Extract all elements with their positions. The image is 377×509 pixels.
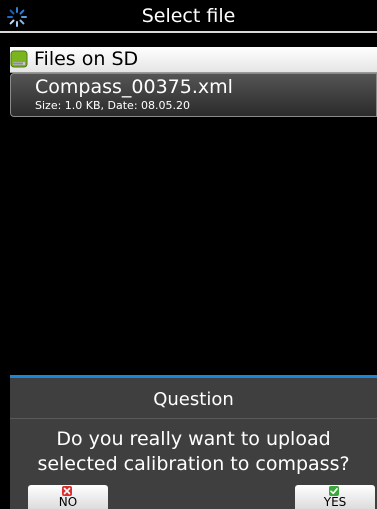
dialog-title: Question — [153, 389, 234, 410]
sd-card-icon — [10, 50, 28, 68]
no-button[interactable]: NO — [28, 485, 108, 509]
title-bar: Select file — [0, 0, 377, 33]
page-title: Select file — [141, 5, 236, 27]
title-divider — [0, 31, 377, 33]
dialog-divider — [10, 418, 377, 419]
file-list-item[interactable]: Compass_00375.xml Size: 1.0 KB, Date: 08… — [10, 73, 377, 117]
file-name: Compass_00375.xml — [35, 76, 233, 98]
no-button-label: NO — [58, 495, 78, 509]
file-meta: Size: 1.0 KB, Date: 08.05.20 — [35, 99, 191, 112]
source-label: Files on SD — [34, 48, 139, 70]
yes-button[interactable]: YES — [295, 485, 375, 509]
dialog-message-line-2: selected calibration to compass? — [37, 453, 350, 475]
dialog-message: Do you really want to upload selected ca… — [10, 427, 377, 477]
dialog-message-line-1: Do you really want to upload — [56, 428, 331, 450]
file-list-area — [10, 117, 377, 375]
yes-button-label: YES — [323, 495, 347, 509]
confirm-dialog: Question Do you really want to upload se… — [10, 375, 377, 509]
sd-source-header[interactable]: Files on SD — [10, 47, 377, 73]
